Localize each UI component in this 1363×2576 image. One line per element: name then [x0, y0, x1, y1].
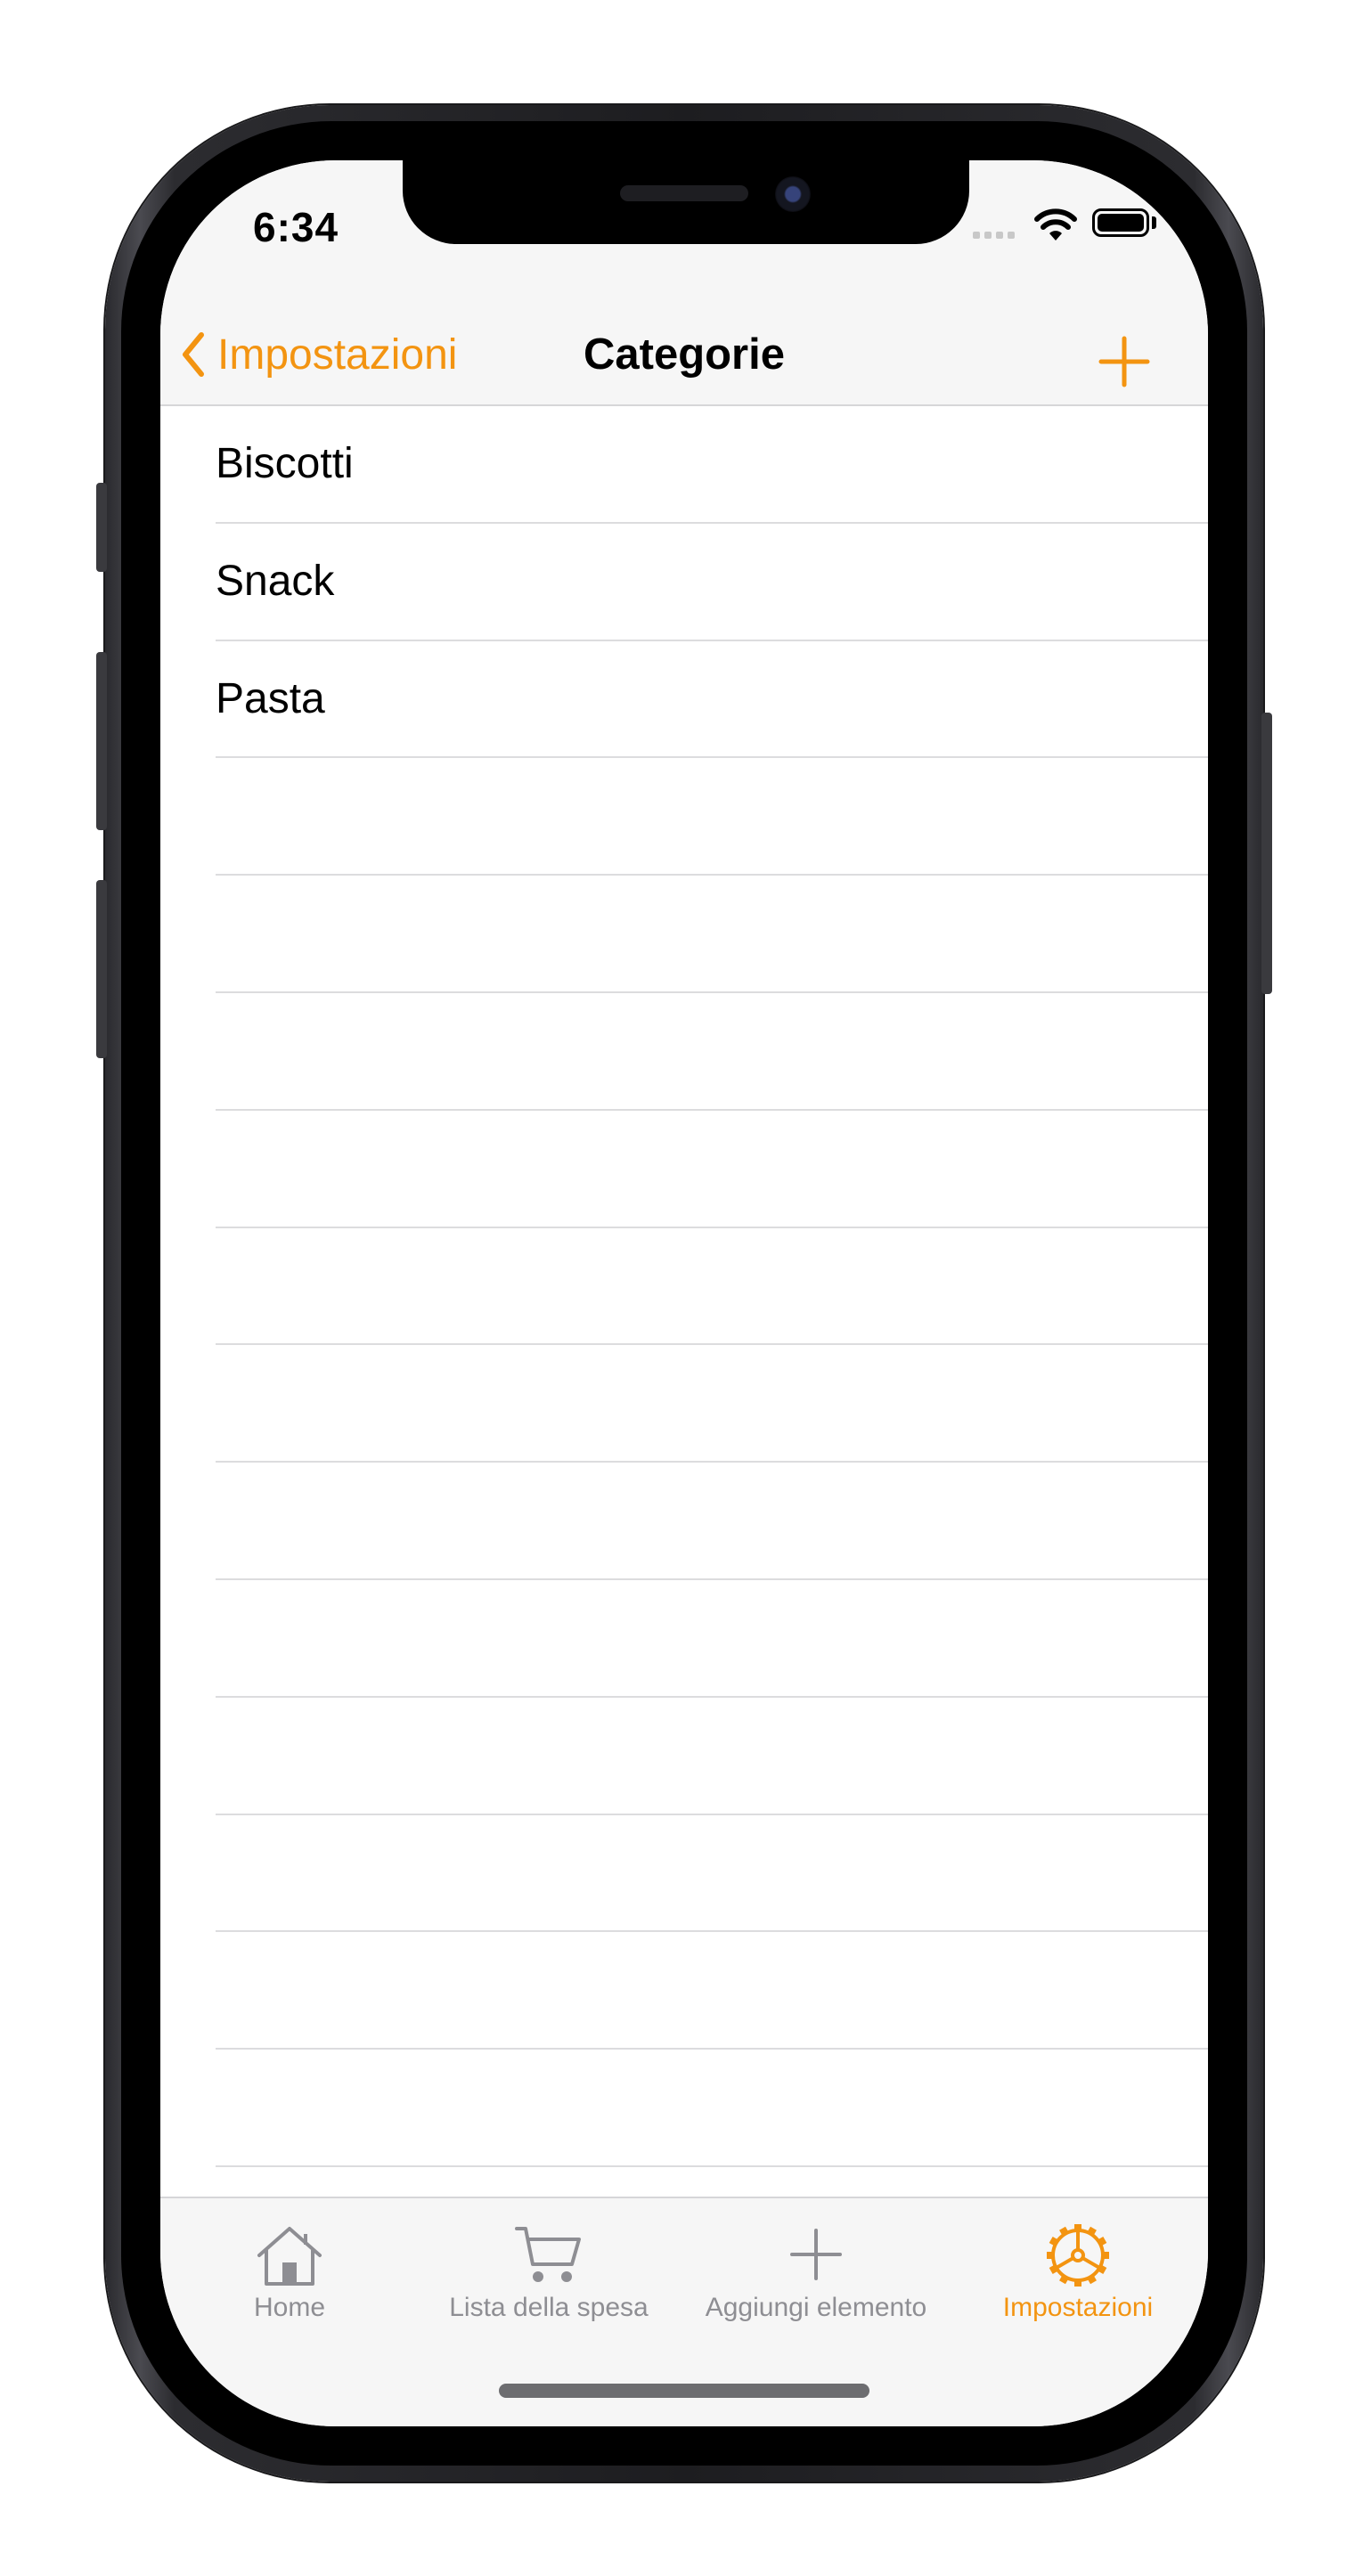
- tab-shopping-list[interactable]: Lista della spesa: [406, 2223, 691, 2323]
- list-item-label: Biscotti: [216, 440, 354, 487]
- home-indicator[interactable]: [499, 2384, 869, 2398]
- add-category-button[interactable]: [1098, 335, 1151, 388]
- status-time: 6:34: [253, 204, 339, 250]
- plus-icon: [790, 2229, 842, 2280]
- gear-icon: [1047, 2224, 1109, 2287]
- cart-icon: [515, 2227, 581, 2282]
- list-item: [160, 1463, 1208, 1580]
- screen: 6:34 Impostazioni Categorie Biscotti Sna…: [160, 160, 1208, 2426]
- mute-switch: [96, 483, 107, 572]
- navigation-bar: Impostazioni Categorie: [160, 303, 1208, 406]
- list-item: [160, 758, 1208, 876]
- row-divider: [216, 2164, 1208, 2167]
- front-camera: [775, 176, 811, 212]
- list-item: [160, 1698, 1208, 1815]
- battery-icon: [1092, 208, 1149, 237]
- notch: [403, 160, 969, 244]
- tab-settings-label: Impostazioni: [1002, 2293, 1154, 2322]
- list-item[interactable]: Biscotti: [160, 406, 1208, 524]
- list-item[interactable]: Pasta: [160, 641, 1208, 759]
- battery-cap: [1152, 216, 1156, 229]
- list-item-label: Pasta: [216, 674, 325, 722]
- signal-icon: [973, 232, 1015, 239]
- list-item: [160, 1345, 1208, 1463]
- list-item: [160, 1111, 1208, 1228]
- tab-home-label: Home: [253, 2293, 326, 2322]
- list-item: [160, 993, 1208, 1111]
- tab-settings[interactable]: Impostazioni: [949, 2223, 1207, 2323]
- list-item: [160, 2050, 1208, 2167]
- category-list: Biscotti Snack Pasta: [160, 406, 1208, 2167]
- page-title: Categorie: [583, 330, 785, 379]
- list-item-label: Snack: [216, 557, 335, 605]
- tab-add-item-label: Aggiungi elemento: [705, 2293, 927, 2322]
- tab-add-item[interactable]: Aggiungi elemento: [666, 2223, 966, 2323]
- tab-shopping-list-label: Lista della spesa: [449, 2293, 649, 2322]
- wifi-icon: [1034, 208, 1077, 240]
- speaker-grille: [620, 185, 748, 201]
- volume-down-button: [96, 880, 107, 1058]
- list-item: [160, 1815, 1208, 1933]
- list-item: [160, 1932, 1208, 2050]
- list-item: [160, 1228, 1208, 1346]
- list-item[interactable]: Snack: [160, 524, 1208, 641]
- volume-up-button: [96, 652, 107, 830]
- house-icon: [257, 2227, 322, 2286]
- plus-icon: [1098, 336, 1150, 387]
- list-item: [160, 876, 1208, 993]
- power-button: [1261, 713, 1272, 994]
- tab-home[interactable]: Home: [160, 2223, 419, 2323]
- list-item: [160, 1580, 1208, 1698]
